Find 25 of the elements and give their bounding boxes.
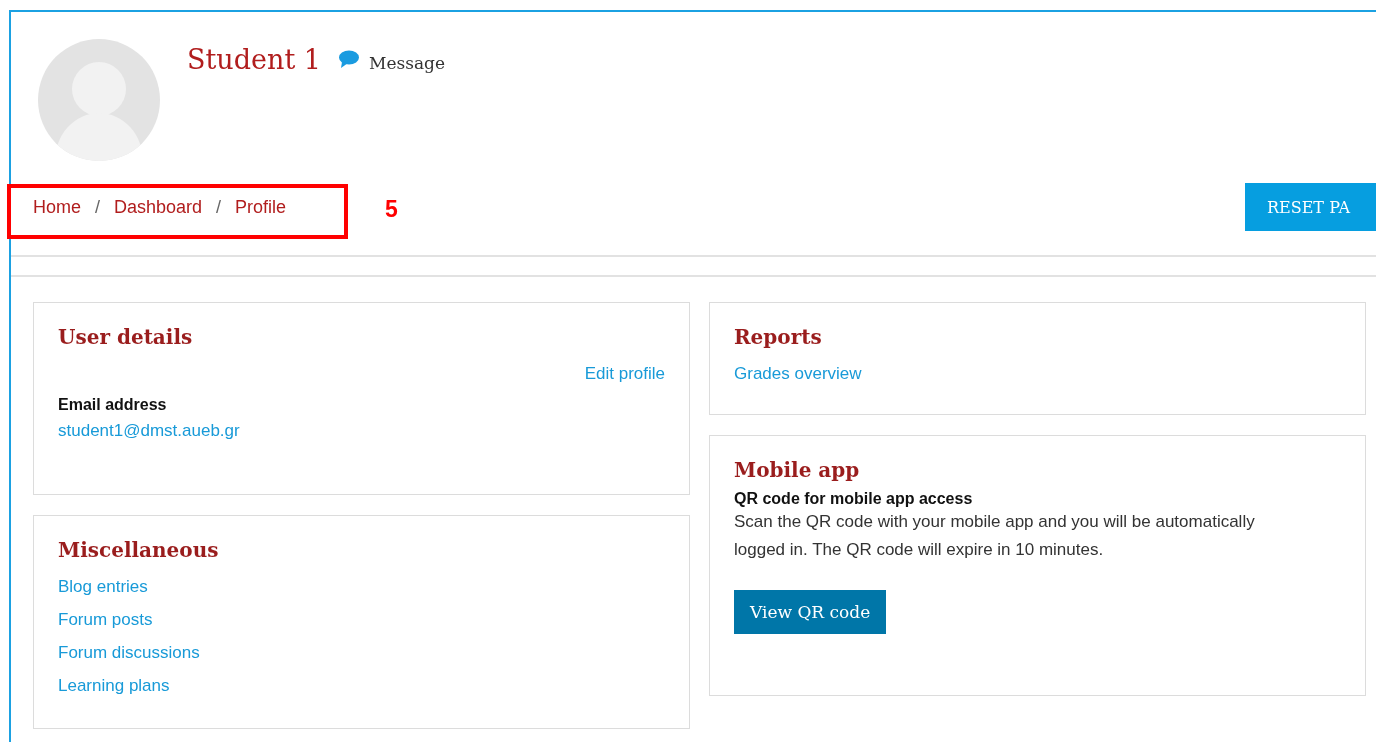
card-title: Mobile app	[734, 458, 861, 482]
description-text: Scan the QR code with your mobile app and you will be automatically logged in. The QR code will expire in 10 minutes.	[734, 511, 1256, 561]
email-link[interactable]: student1@dmst.aueb.gr	[58, 414, 240, 447]
card-title: User details	[58, 325, 194, 349]
section-heading: QR code for mobile app access	[734, 490, 974, 508]
miscellaneous-link[interactable]: Forum discussions	[58, 636, 200, 669]
message-link[interactable]: Message	[369, 53, 445, 73]
card-title: Reports	[734, 325, 823, 349]
edit-profile-link[interactable]: Edit profile	[584, 357, 665, 390]
breadcrumb-link[interactable]: Home	[33, 196, 81, 218]
breadcrumb-separator: /	[216, 196, 222, 218]
report-link[interactable]: Grades overview	[734, 357, 862, 390]
field-label: Email address	[58, 396, 168, 414]
reset-page-button[interactable]: RESET PA	[1245, 183, 1376, 231]
breadcrumb-link[interactable]: Profile	[235, 196, 287, 218]
breadcrumb-link[interactable]: Dashboard	[114, 196, 203, 218]
speech-bubble-icon	[339, 50, 359, 68]
view-qr-code-button[interactable]: View QR code	[734, 590, 887, 634]
miscellaneous-link[interactable]: Forum posts	[58, 603, 153, 636]
miscellaneous-link[interactable]: Blog entries	[58, 570, 148, 603]
card-title: Miscellaneous	[58, 538, 220, 562]
miscellaneous-link[interactable]: Learning plans	[58, 669, 170, 702]
user-name: Student 1	[187, 43, 321, 75]
annotation-number: 5	[385, 196, 398, 223]
breadcrumb-separator: /	[95, 196, 101, 218]
